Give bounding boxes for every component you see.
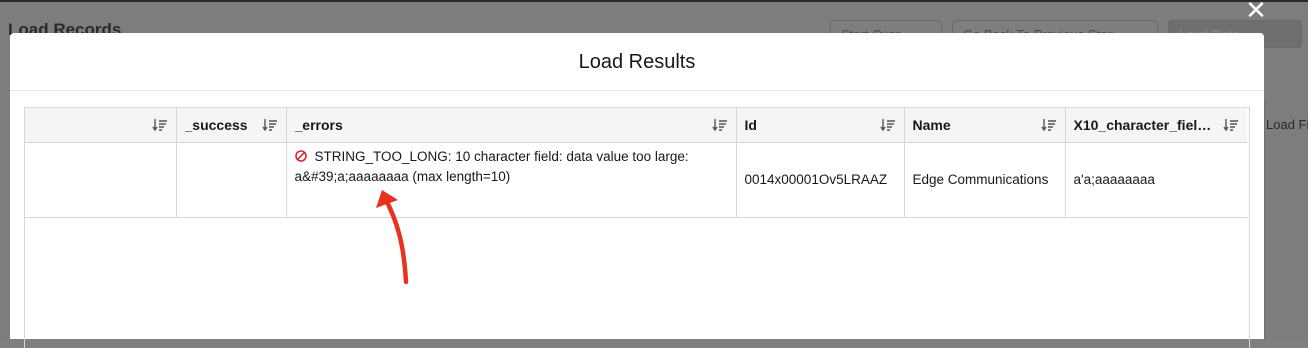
cell-blank [25, 142, 177, 218]
column-header-x10-character-field[interactable]: X10_character_field__c [1065, 108, 1247, 143]
sort-icon[interactable] [1040, 118, 1057, 132]
modal-title: Load Results [578, 51, 696, 73]
column-header-errors[interactable]: _errors [286, 108, 737, 143]
column-header-success[interactable]: _success [176, 108, 287, 143]
error-icon [294, 149, 307, 162]
background-right-label: Load Fi [1266, 117, 1308, 132]
column-header-blank[interactable] [25, 108, 177, 143]
results-grid: _success _errors Id Name X10_character_f… [24, 107, 1250, 348]
header-row: _success _errors Id Name X10_character_f… [25, 108, 1247, 143]
modal-header: Load Results [10, 33, 1264, 91]
cell-name: Edge Communications [904, 142, 1066, 218]
error-message: STRING_TOO_LONG: 10 character field: dat… [294, 148, 689, 184]
sort-icon[interactable] [711, 118, 728, 132]
cell-errors: STRING_TOO_LONG: 10 character field: dat… [286, 142, 737, 218]
load-results-modal: Load Results _success _errors Id Name X1… [10, 33, 1264, 348]
cell-success [176, 142, 287, 218]
top-border [0, 0, 1308, 2]
sort-icon[interactable] [879, 118, 896, 132]
sort-icon[interactable] [151, 118, 168, 132]
background-right-panel [1264, 100, 1308, 339]
modal-body: _success _errors Id Name X10_character_f… [10, 91, 1264, 348]
table-row: STRING_TOO_LONG: 10 character field: dat… [25, 142, 1247, 218]
close-icon[interactable]: ✕ [1243, 0, 1269, 24]
cell-x10-character-field: a'a;aaaaaaaa [1065, 142, 1247, 218]
column-header-id[interactable]: Id [736, 108, 905, 143]
results-table: _success _errors Id Name X10_character_f… [25, 108, 1247, 218]
sort-icon[interactable] [261, 118, 278, 132]
cell-id: 0014x00001Ov5LRAAZ [736, 142, 905, 218]
sort-icon[interactable] [1223, 118, 1239, 132]
column-header-name[interactable]: Name [904, 108, 1066, 143]
annotation-arrow-icon [376, 190, 409, 285]
